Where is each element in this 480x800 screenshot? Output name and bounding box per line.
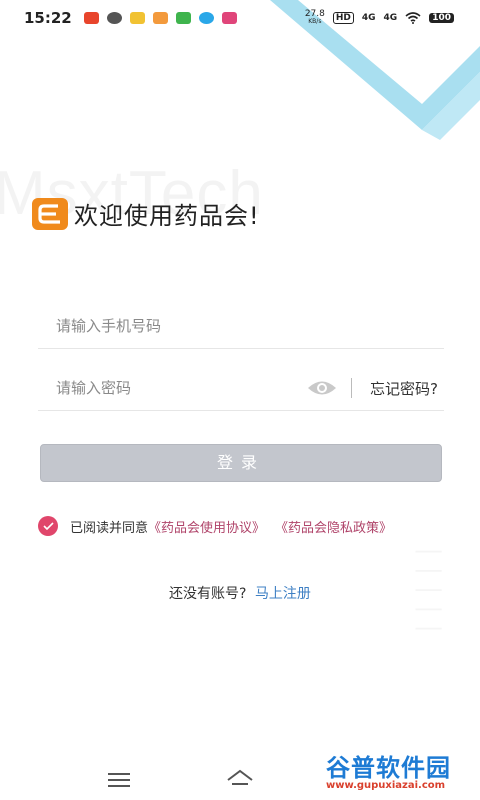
status-time: 15:22 [24, 9, 72, 27]
status-bar: 15:22 27.8 KB/s HD 4G 4G 100 [0, 0, 480, 36]
check-icon [42, 522, 54, 530]
welcome-title: 欢迎使用药品会! [74, 202, 260, 230]
status-left: 15:22 [24, 9, 237, 27]
register-row: 还没有账号? 马上注册 [0, 583, 480, 603]
password-input[interactable] [38, 378, 308, 398]
menu-icon[interactable] [108, 773, 130, 787]
signal-4g-1: 4G [361, 13, 376, 23]
forgot-password-link[interactable]: 忘记密码? [370, 378, 444, 399]
password-field-row: 忘记密码? [38, 366, 444, 411]
phone-input[interactable] [38, 316, 444, 336]
speed-value: 27.8 [304, 9, 325, 19]
eye-icon[interactable] [307, 379, 337, 397]
notification-app-icon [83, 12, 99, 24]
site-watermark: 谷普软件园 www.gupuxiazai.com [326, 748, 476, 796]
status-right: 27.8 KB/s HD 4G 4G 100 [305, 10, 454, 26]
qq-icon [198, 12, 214, 24]
hd-badge: HD [332, 12, 354, 24]
message-icon [106, 12, 122, 24]
welcome-heading: 欢迎使用药品会! [32, 196, 260, 231]
agreement-row: 已阅读并同意 《药品会使用协议》 《药品会隐私政策》 [38, 516, 392, 536]
home-icon[interactable] [226, 768, 254, 788]
notification-app-icon [175, 12, 191, 24]
agreement-prefix: 已阅读并同意 [70, 520, 149, 536]
app-logo-icon [32, 197, 68, 230]
signal-4g-2: 4G [383, 13, 398, 23]
agreement-checkbox[interactable] [38, 516, 58, 536]
wifi-icon [405, 12, 421, 24]
privacy-link[interactable]: 《药品会隐私政策》 [275, 517, 392, 536]
field-divider [351, 378, 353, 398]
notification-app-icon [152, 12, 168, 24]
register-question: 还没有账号? [169, 586, 247, 602]
notification-app-icon [129, 12, 145, 24]
speed-unit: KB/s [308, 18, 322, 25]
terms-link[interactable]: 《药品会使用协议》 [148, 517, 265, 536]
site-watermark-name: 谷普软件园 [326, 754, 451, 782]
notification-app-icon [221, 12, 237, 24]
register-link[interactable]: 马上注册 [255, 586, 311, 602]
network-speed: 27.8 KB/s [305, 10, 325, 26]
phone-field-row [38, 304, 444, 349]
battery-indicator: 100 [429, 13, 454, 23]
site-watermark-url: www.gupuxiazai.com [326, 780, 446, 791]
login-button[interactable]: 登录 [40, 444, 442, 482]
